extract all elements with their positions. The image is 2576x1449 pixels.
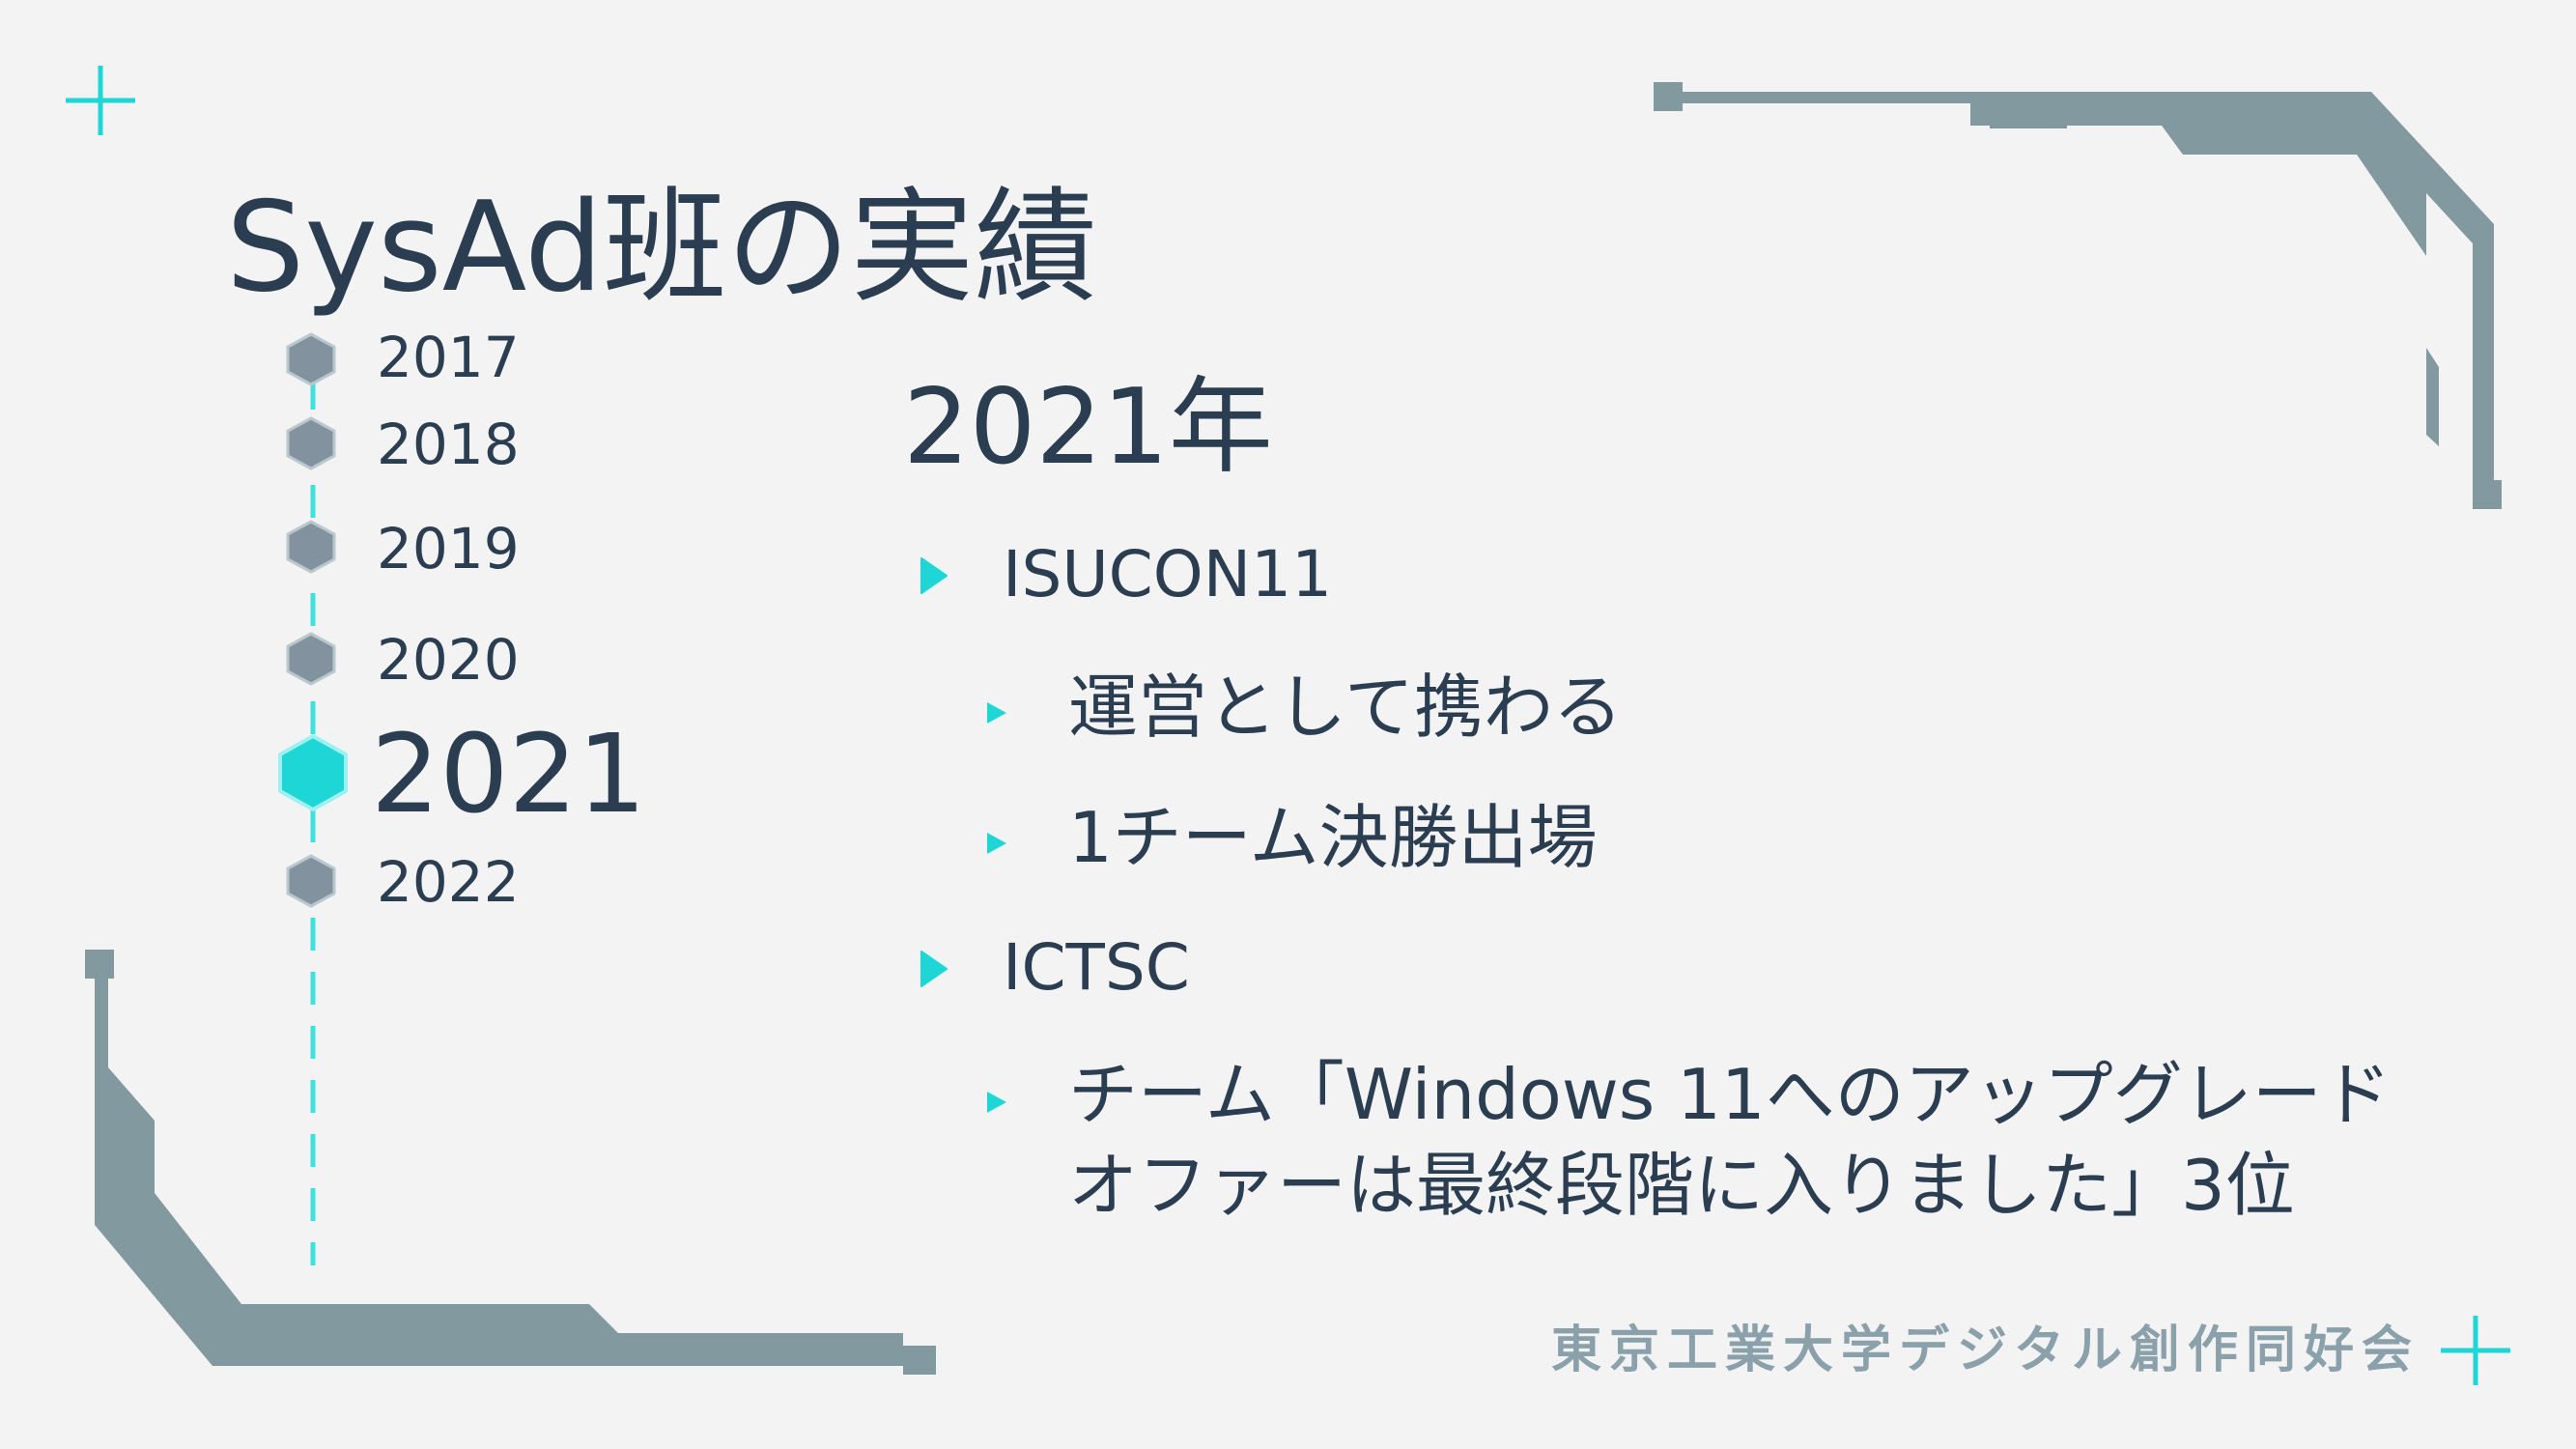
section-title: 2021年 <box>903 367 1273 488</box>
corner-frame-top-right <box>1654 82 2502 509</box>
bullet-ictsc: ICTSC <box>1003 930 1190 1005</box>
hexagon-marker-icon <box>286 632 336 686</box>
timeline-year-2018: 2018 <box>377 412 520 477</box>
plus-icon <box>2441 1316 2510 1385</box>
triangle-bullet-icon <box>920 951 948 987</box>
corner-frame-bottom-left <box>85 950 936 1375</box>
hexagon-marker-icon <box>286 332 336 386</box>
sub-bullet-operation: 運営として携わる <box>1068 667 1623 748</box>
hexagon-marker-icon <box>286 416 336 470</box>
plus-icon <box>66 66 135 135</box>
triangle-bullet-icon <box>920 557 948 594</box>
triangle-bullet-icon <box>987 1092 1006 1113</box>
footer-organization: 東京工業大学デジタル創作同好会 <box>1551 1321 2420 1379</box>
timeline-year-2019: 2019 <box>377 516 520 582</box>
triangle-bullet-icon <box>987 702 1006 724</box>
timeline-year-2022: 2022 <box>377 849 520 915</box>
timeline-year-2021-active: 2021 <box>371 712 647 838</box>
sub-bullet-final: 1チーム決勝出場 <box>1068 797 1598 878</box>
timeline-year-2017: 2017 <box>377 325 520 390</box>
hexagon-marker-icon <box>286 854 336 908</box>
hexagon-marker-icon <box>286 520 336 574</box>
sub-bullet-team-line-1: チーム「Windows 11へのアップグレード <box>1068 1054 2392 1135</box>
slide-title: SysAd班の実績 <box>226 176 1098 320</box>
bullet-isucon: ISUCON11 <box>1003 537 1333 611</box>
hexagon-marker-icon-active <box>278 733 348 812</box>
sub-bullet-team-line-2: オファーは最終段階に入りました」3位 <box>1068 1145 2295 1226</box>
timeline-year-2020: 2020 <box>377 627 520 693</box>
triangle-bullet-icon <box>987 833 1006 854</box>
